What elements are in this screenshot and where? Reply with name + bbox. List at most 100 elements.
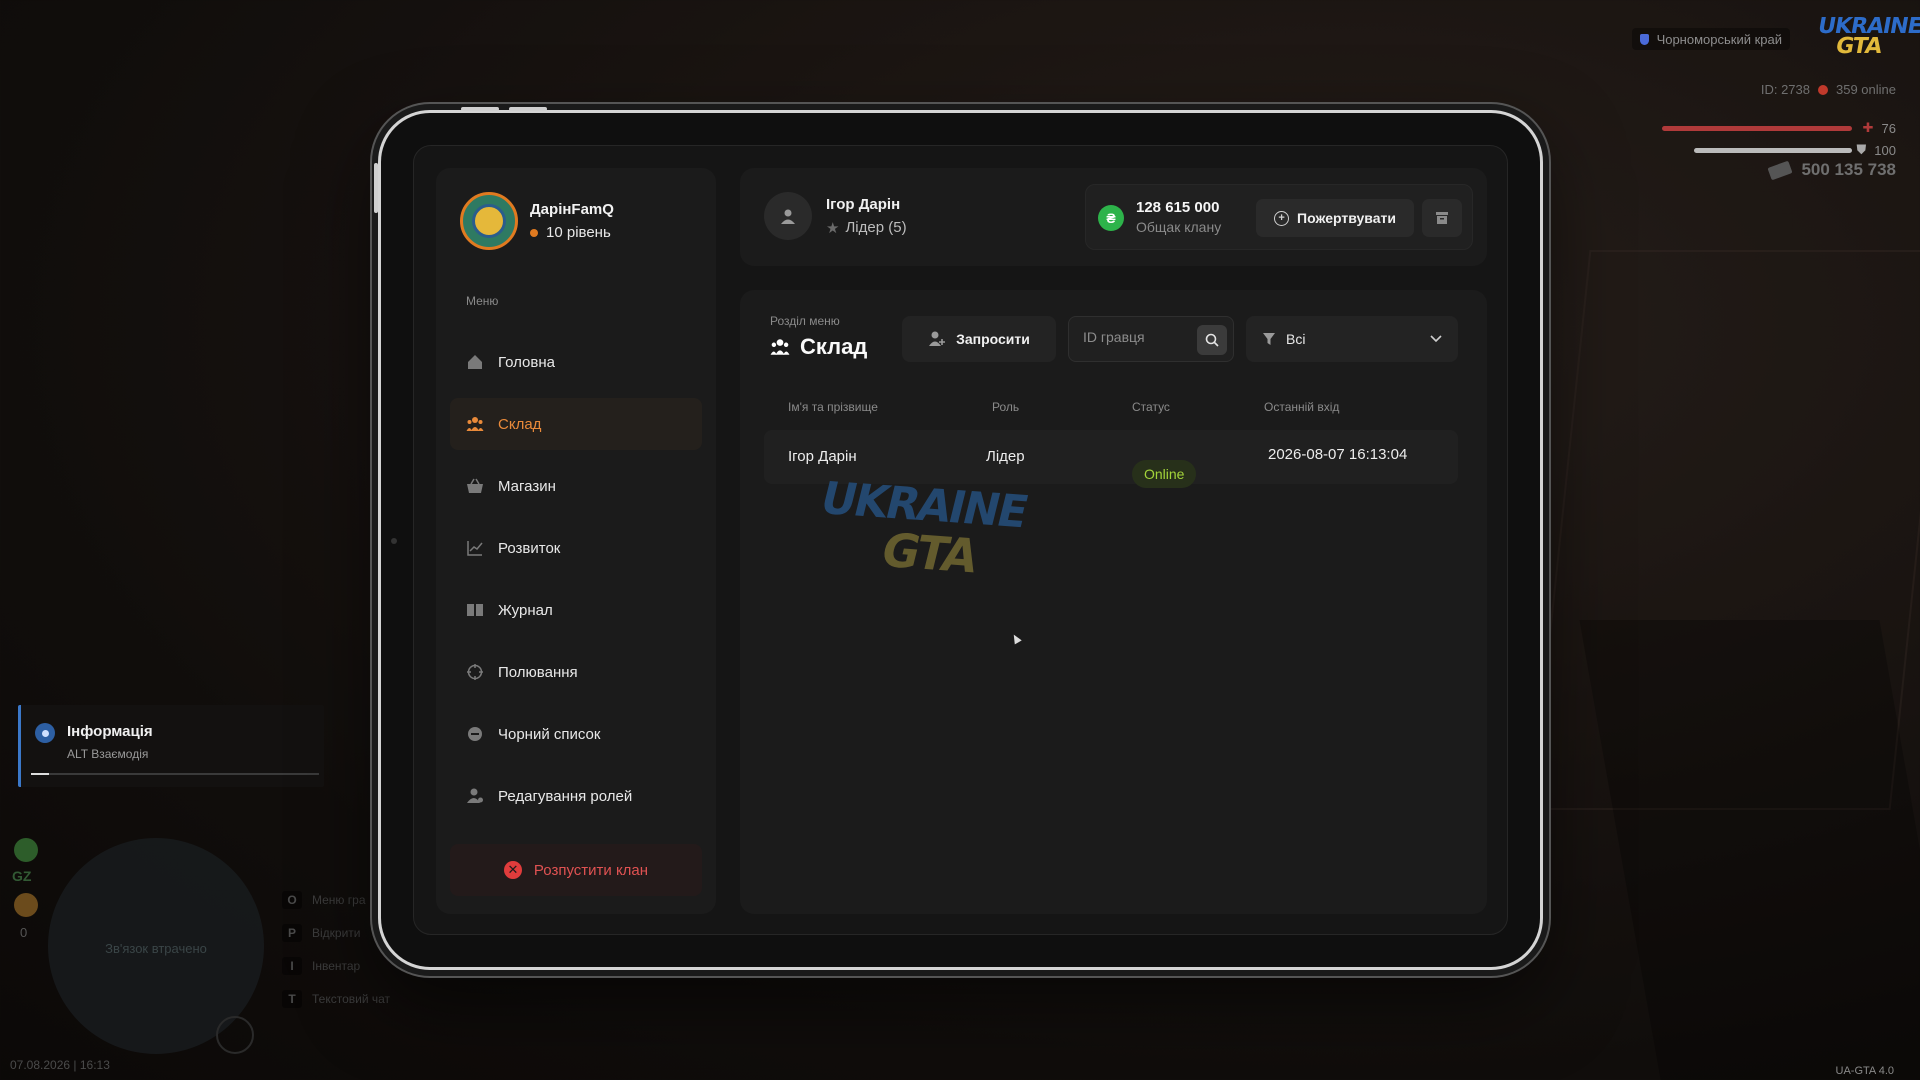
- tablet-button: [509, 107, 547, 111]
- user-edit-icon: [466, 787, 484, 805]
- sidebar-item-warehouse[interactable]: Склад: [450, 398, 702, 450]
- tablet-camera: [391, 538, 397, 544]
- user-role: ★ Лідер (5): [826, 219, 907, 237]
- filter-icon: [1263, 333, 1275, 345]
- add-user-icon: [929, 331, 946, 346]
- tablet-frame: ДарінFamQ 10 рівень Меню Головна Склад М…: [374, 107, 1543, 970]
- home-icon: [466, 353, 484, 371]
- microphone-icon: [216, 1016, 254, 1054]
- online-dot-icon: [1818, 84, 1828, 95]
- clan-level: 10 рівень: [530, 224, 614, 241]
- info-subtitle: ALT Взаємодія: [67, 747, 149, 761]
- tablet-side-button: [374, 163, 378, 213]
- menu-label: Меню: [466, 294, 499, 308]
- section-title: Склад: [770, 334, 867, 360]
- status-badge: Online: [1132, 460, 1197, 488]
- sidebar: ДарінFamQ 10 рівень Меню Головна Склад М…: [436, 168, 716, 914]
- background-shadow: [1579, 620, 1920, 1080]
- player-id-input[interactable]: [1083, 329, 1193, 345]
- member-last-login: 2026-08-07 16:13:04: [1268, 446, 1408, 463]
- info-bulb-icon: [35, 723, 55, 743]
- basket-icon: [466, 477, 484, 495]
- armor-icon: ⛊: [1856, 142, 1867, 157]
- hotkeys-list: O Меню гра P Відкрити I Інвентар T Текстовий…: [282, 884, 390, 1016]
- hryvnia-icon: ₴: [1098, 205, 1124, 231]
- player-id: ID: 2738: [1760, 82, 1810, 97]
- sidebar-item-journal[interactable]: Журнал: [450, 584, 702, 636]
- hotkey-item: P Відкрити: [282, 917, 390, 950]
- main-panel: Розділ меню Склад Запросити Всі: [740, 290, 1487, 914]
- member-name: Ігор Дарін: [788, 448, 857, 465]
- gz-count: 0: [20, 925, 28, 940]
- current-user: Ігор Дарін ★ Лідер (5): [764, 192, 907, 240]
- disband-clan-button[interactable]: ✕ Розпустити клан: [450, 844, 702, 896]
- search-icon: [1205, 333, 1219, 347]
- top-panel: Ігор Дарін ★ Лідер (5) ₴ 128 615 000 Обща…: [740, 168, 1487, 266]
- filter-value: Всі: [1286, 331, 1306, 347]
- close-circle-icon: ✕: [503, 861, 522, 879]
- clan-bank: ₴ 128 615 000 Общак клану + Пожертвувати: [1085, 184, 1473, 250]
- hotkey-item: T Текстовий чат: [282, 983, 390, 1016]
- armor-value: ⛊ 100: [1856, 142, 1896, 158]
- level-dot-icon: [530, 228, 538, 237]
- gz-label: GZ: [12, 868, 32, 884]
- player-id-online: ID: 2738 359 online: [1761, 82, 1896, 97]
- status-filter-select[interactable]: Всі: [1246, 316, 1458, 362]
- sidebar-item-home[interactable]: Головна: [450, 336, 702, 388]
- hotkey-item: O Меню гра: [282, 884, 390, 917]
- tablet-screen: ДарінFamQ 10 рівень Меню Головна Склад М…: [413, 145, 1508, 935]
- storage-button[interactable]: [1422, 199, 1462, 237]
- sidebar-item-shop[interactable]: Магазин: [450, 460, 702, 512]
- tablet-button: [461, 107, 499, 111]
- section-label: Розділ меню: [770, 314, 840, 328]
- clan-avatar: [460, 192, 518, 250]
- clan-name: ДарінFamQ: [530, 201, 614, 218]
- crosshair-icon: [466, 663, 484, 681]
- datetime: 07.08.2026 | 16:13: [10, 1058, 110, 1072]
- cash-icon: [1767, 160, 1794, 180]
- people-icon: [466, 415, 484, 433]
- column-last-login: Останній вхід: [1264, 400, 1340, 414]
- hotkey-item: I Інвентар: [282, 950, 390, 983]
- info-notification: Інформація ALT Взаємодія: [18, 705, 324, 787]
- box-icon: [1436, 212, 1448, 224]
- cash-display: 500 135 738: [1767, 160, 1896, 180]
- book-icon: [466, 601, 484, 619]
- health-value: ✚ 76: [1862, 120, 1896, 136]
- bank-label: Общак клану: [1136, 219, 1222, 235]
- user-name: Ігор Дарін: [826, 195, 901, 213]
- gz-icon: [14, 838, 38, 862]
- armor-bar: [1694, 148, 1852, 153]
- player-id-search: [1068, 316, 1234, 362]
- bank-amount: 128 615 000: [1136, 199, 1220, 216]
- column-name: Ім'я та прізвище: [788, 400, 878, 414]
- search-button[interactable]: [1197, 325, 1227, 355]
- user-avatar-icon: [764, 192, 812, 240]
- column-status: Статус: [1132, 400, 1170, 414]
- sidebar-item-development[interactable]: Розвиток: [450, 522, 702, 574]
- health-bar: [1662, 126, 1852, 131]
- donate-button[interactable]: + Пожертвувати: [1256, 199, 1414, 237]
- table-header: Ім'я та прізвище Роль Статус Останній вх…: [764, 400, 1458, 420]
- sidebar-item-edit-roles[interactable]: Редагування ролей: [450, 770, 702, 822]
- watermark-logo: UKRAINE GTA: [815, 472, 1032, 584]
- background-wall: [1530, 250, 1920, 810]
- online-count: 359 online: [1836, 82, 1896, 97]
- chart-icon: [466, 539, 484, 557]
- warning-icon: [14, 893, 38, 917]
- minimap-status: Зв'язок втрачено: [105, 941, 207, 956]
- clan-profile: ДарінFamQ 10 рівень: [460, 192, 614, 250]
- member-role: Лідер: [986, 448, 1025, 465]
- sidebar-item-blacklist[interactable]: Чорний список: [450, 708, 702, 760]
- sidebar-item-hunting[interactable]: Полювання: [450, 646, 702, 698]
- chevron-down-icon: [1430, 335, 1442, 343]
- people-icon: [770, 339, 790, 355]
- invite-button[interactable]: Запросити: [902, 316, 1056, 362]
- game-logo: UKRAINE GTA: [1815, 14, 1920, 59]
- mouse-cursor-icon: [1010, 632, 1022, 645]
- column-role: Роль: [992, 400, 1020, 414]
- sidebar-menu: Головна Склад Магазин Розвиток Журнал По…: [450, 336, 702, 832]
- star-icon: ★: [826, 219, 840, 237]
- shield-icon: [1639, 33, 1649, 45]
- server-name: Чорноморський край: [1656, 31, 1782, 47]
